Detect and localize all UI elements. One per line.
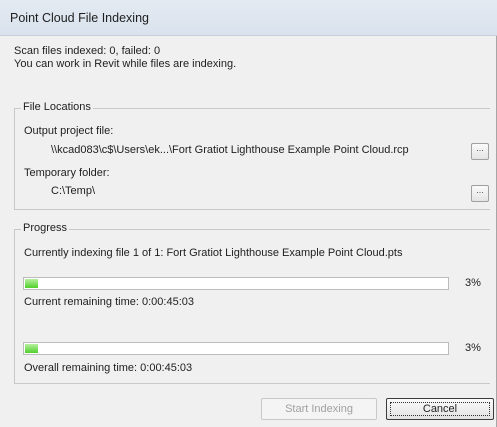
output-project-path: \\kcad083\c$\Users\ek...\Fort Gratiot Li… <box>51 144 409 156</box>
scan-status-text: Scan files indexed: 0, failed: 0 <box>14 45 161 57</box>
current-remaining-time: Current remaining time: 0:00:45:03 <box>24 296 194 308</box>
window-title: Point Cloud File Indexing <box>10 11 149 25</box>
focus-rectangle <box>390 402 490 416</box>
file-locations-group: File Locations Output project file: \\kc… <box>14 101 490 210</box>
cancel-button[interactable]: Cancel <box>386 398 494 420</box>
overall-progress-percent: 3% <box>465 342 481 354</box>
output-browse-button[interactable]: ... <box>471 143 489 160</box>
temporary-folder-path: C:\Temp\ <box>51 185 96 197</box>
overall-progress-bar <box>23 342 449 355</box>
progress-legend: Progress <box>21 222 70 234</box>
temp-browse-button[interactable]: ... <box>471 185 489 202</box>
indexing-dialog: Point Cloud File Indexing Scan files ind… <box>0 0 497 427</box>
current-file-text: Currently indexing file 1 of 1: Fort Gra… <box>24 247 403 259</box>
start-indexing-button[interactable]: Start Indexing <box>261 398 377 420</box>
current-progress-percent: 3% <box>465 277 481 289</box>
current-progress-bar <box>23 277 449 290</box>
current-progress-fill <box>25 279 38 288</box>
overall-remaining-time: Overall remaining time: 0:00:45:03 <box>24 362 193 374</box>
title-bar[interactable]: Point Cloud File Indexing <box>0 0 497 36</box>
progress-group: Progress Currently indexing file 1 of 1:… <box>14 222 490 384</box>
temporary-folder-label: Temporary folder: <box>24 167 110 179</box>
info-text: You can work in Revit while files are in… <box>14 58 237 70</box>
overall-progress-fill <box>25 344 38 353</box>
output-project-label: Output project file: <box>24 125 114 137</box>
file-locations-legend: File Locations <box>21 101 93 113</box>
